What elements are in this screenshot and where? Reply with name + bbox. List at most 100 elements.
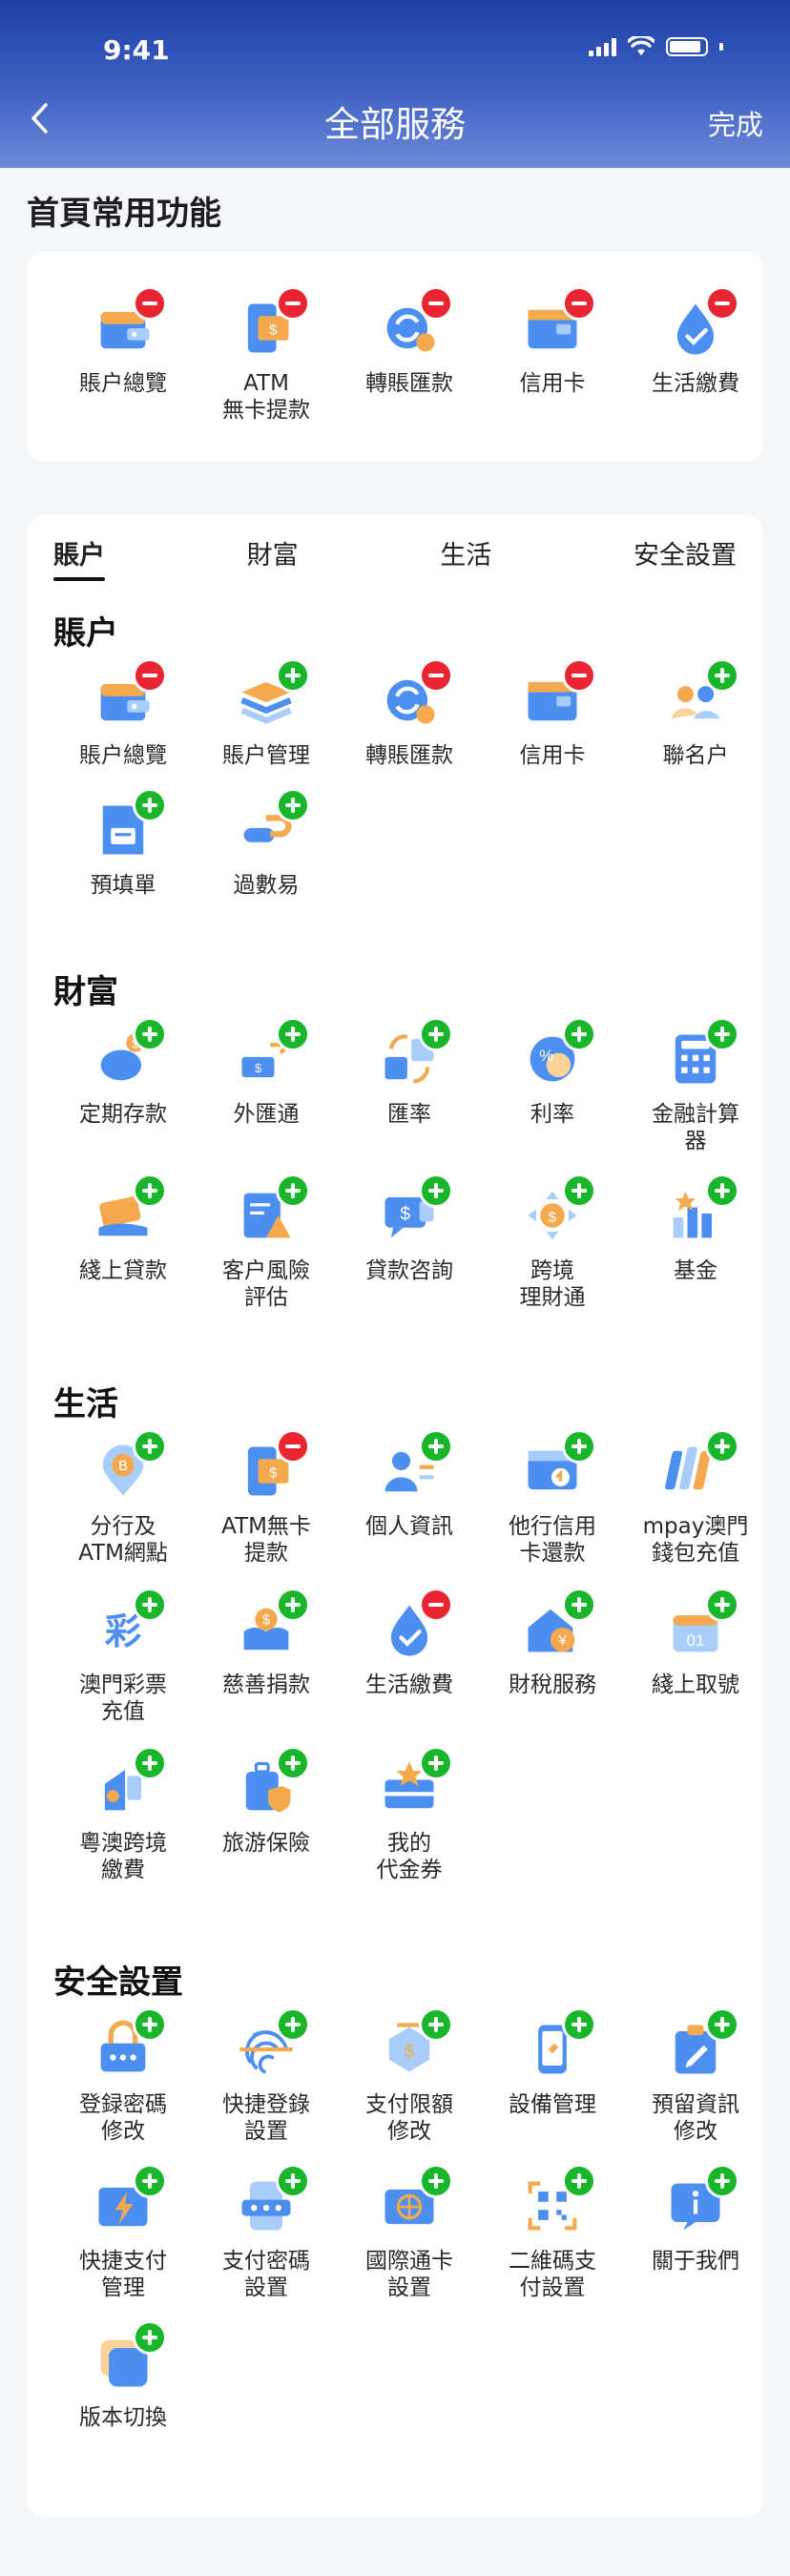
service-tile[interactable]: 匯率 <box>338 1009 481 1166</box>
service-tile[interactable]: 預留資訊 修改 <box>624 2000 767 2156</box>
service-tile[interactable]: 生活繳費 <box>338 1580 481 1738</box>
add-badge-icon[interactable] <box>133 1746 167 1780</box>
service-tile[interactable]: 金融計算 器 <box>624 1009 767 1166</box>
service-tile[interactable]: 轉賬匯款 <box>338 651 481 780</box>
service-tile[interactable]: 快捷支付 管理 <box>52 2156 195 2313</box>
add-badge-icon[interactable] <box>276 658 310 693</box>
add-badge-icon[interactable] <box>276 1588 310 1622</box>
add-badge-icon[interactable] <box>419 1174 453 1208</box>
charity-icon: $ <box>234 1588 310 1662</box>
service-tile[interactable]: 粵澳跨境 繳費 <box>52 1738 195 1897</box>
add-badge-icon[interactable] <box>133 1588 167 1622</box>
service-tile[interactable]: 登録密碼 修改 <box>52 2000 195 2156</box>
done-button[interactable]: 完成 <box>708 103 763 143</box>
service-tile[interactable]: 二維碼支 付設置 <box>481 2156 624 2313</box>
service-tile[interactable]: $ 外匯通 <box>195 1009 338 1166</box>
remove-badge-icon[interactable] <box>133 286 167 321</box>
service-tile[interactable]: 快捷登錄 設置 <box>195 2000 338 2156</box>
add-badge-icon[interactable] <box>133 2007 167 2042</box>
global-card-icon <box>377 2164 453 2238</box>
service-tile[interactable]: 我的 代金券 <box>338 1738 481 1897</box>
add-badge-icon[interactable] <box>133 1017 167 1051</box>
service-tile[interactable]: 轉賬匯款 <box>338 279 481 450</box>
service-tile[interactable]: 預填單 <box>52 780 195 910</box>
remove-badge-icon[interactable] <box>419 658 453 693</box>
remove-badge-icon[interactable] <box>705 286 739 321</box>
service-tile[interactable]: 信用卡 <box>481 279 624 450</box>
service-tile[interactable]: $ 貸款咨詢 <box>338 1166 481 1322</box>
add-badge-icon[interactable] <box>419 2164 453 2198</box>
service-tile[interactable]: 彩澳門彩票 充值 <box>52 1580 195 1738</box>
tab-security[interactable]: 安全設置 <box>634 534 737 581</box>
service-tile[interactable]: 個人資訊 <box>338 1422 481 1580</box>
service-tile[interactable]: 國際通卡 設置 <box>338 2156 481 2313</box>
add-badge-icon[interactable] <box>562 1174 596 1208</box>
service-tile[interactable]: $ ATM無卡 提款 <box>195 1422 338 1580</box>
remove-badge-icon[interactable] <box>562 286 596 321</box>
service-tile[interactable]: $ 支付限額 修改 <box>338 2000 481 2156</box>
service-tile[interactable]: mpay澳門 錢包充值 <box>624 1422 767 1580</box>
add-badge-icon[interactable] <box>276 788 310 822</box>
service-tile[interactable]: 旅游保險 <box>195 1738 338 1897</box>
service-tile[interactable]: 基金 <box>624 1166 767 1322</box>
service-tile[interactable]: 01 綫上取號 <box>624 1580 767 1738</box>
service-tile[interactable]: % 利率 <box>481 1009 624 1166</box>
add-badge-icon[interactable] <box>419 1429 453 1464</box>
add-badge-icon[interactable] <box>562 2007 596 2042</box>
service-tile[interactable]: 賬户總覽 <box>52 651 195 780</box>
service-tile[interactable]: 版本切換 <box>52 2313 195 2469</box>
add-badge-icon[interactable] <box>276 2164 310 2198</box>
service-tile[interactable]: 關于我們 <box>624 2156 767 2313</box>
add-badge-icon[interactable] <box>276 1746 310 1780</box>
add-badge-icon[interactable] <box>705 1429 739 1464</box>
add-badge-icon[interactable] <box>276 1174 310 1208</box>
remove-badge-icon[interactable] <box>419 1588 453 1622</box>
service-tile[interactable]: 支付密碼 設置 <box>195 2156 338 2313</box>
service-tile[interactable]: B 分行及 ATM網點 <box>52 1422 195 1580</box>
service-tile[interactable]: 賬户總覽 <box>52 279 195 450</box>
remove-badge-icon[interactable] <box>276 286 310 321</box>
service-tile[interactable]: $ 跨境 理財通 <box>481 1166 624 1322</box>
add-badge-icon[interactable] <box>133 1429 167 1464</box>
add-badge-icon[interactable] <box>276 2007 310 2042</box>
service-tile[interactable]: $ 慈善捐款 <box>195 1580 338 1738</box>
service-tile[interactable]: 過數易 <box>195 780 338 910</box>
service-tile[interactable]: 設備管理 <box>481 2000 624 2156</box>
service-tile[interactable]: 生活繳費 <box>624 279 767 450</box>
add-badge-icon[interactable] <box>562 1017 596 1051</box>
service-tile[interactable]: ¥ 財稅服務 <box>481 1580 624 1738</box>
add-badge-icon[interactable] <box>133 2164 167 2198</box>
add-badge-icon[interactable] <box>705 1017 739 1051</box>
add-badge-icon[interactable] <box>419 1746 453 1780</box>
service-tile[interactable]: 綫上貸款 <box>52 1166 195 1322</box>
add-badge-icon[interactable] <box>562 1588 596 1622</box>
add-badge-icon[interactable] <box>705 1588 739 1622</box>
add-badge-icon[interactable] <box>705 658 739 693</box>
tab-wealth[interactable]: 財富 <box>247 534 299 581</box>
add-badge-icon[interactable] <box>276 1017 310 1051</box>
tab-account[interactable]: 賬户 <box>53 534 105 581</box>
add-badge-icon[interactable] <box>705 2164 739 2198</box>
service-label: mpay澳門 錢包充值 <box>642 1514 749 1566</box>
remove-badge-icon[interactable] <box>276 1429 310 1464</box>
add-badge-icon[interactable] <box>133 1174 167 1208</box>
service-tile[interactable]: 聯名户 <box>624 651 767 780</box>
add-badge-icon[interactable] <box>705 2007 739 2042</box>
service-tile[interactable]: 信用卡 <box>481 651 624 780</box>
service-tile[interactable]: 賬户管理 <box>195 651 338 780</box>
tab-life[interactable]: 生活 <box>440 534 491 581</box>
service-tile[interactable]: 他行信用 卡還款 <box>481 1422 624 1580</box>
add-badge-icon[interactable] <box>133 2320 167 2355</box>
remove-badge-icon[interactable] <box>419 286 453 321</box>
add-badge-icon[interactable] <box>562 2164 596 2198</box>
service-tile[interactable]: 客户風險 評估 <box>195 1166 338 1322</box>
remove-badge-icon[interactable] <box>133 658 167 693</box>
add-badge-icon[interactable] <box>562 1429 596 1464</box>
add-badge-icon[interactable] <box>133 788 167 822</box>
service-tile[interactable]: $ ATM 無卡提款 <box>195 279 338 450</box>
service-tile[interactable]: $ 定期存款 <box>52 1009 195 1166</box>
add-badge-icon[interactable] <box>705 1174 739 1208</box>
add-badge-icon[interactable] <box>419 1017 453 1051</box>
remove-badge-icon[interactable] <box>562 658 596 693</box>
add-badge-icon[interactable] <box>419 2007 453 2042</box>
